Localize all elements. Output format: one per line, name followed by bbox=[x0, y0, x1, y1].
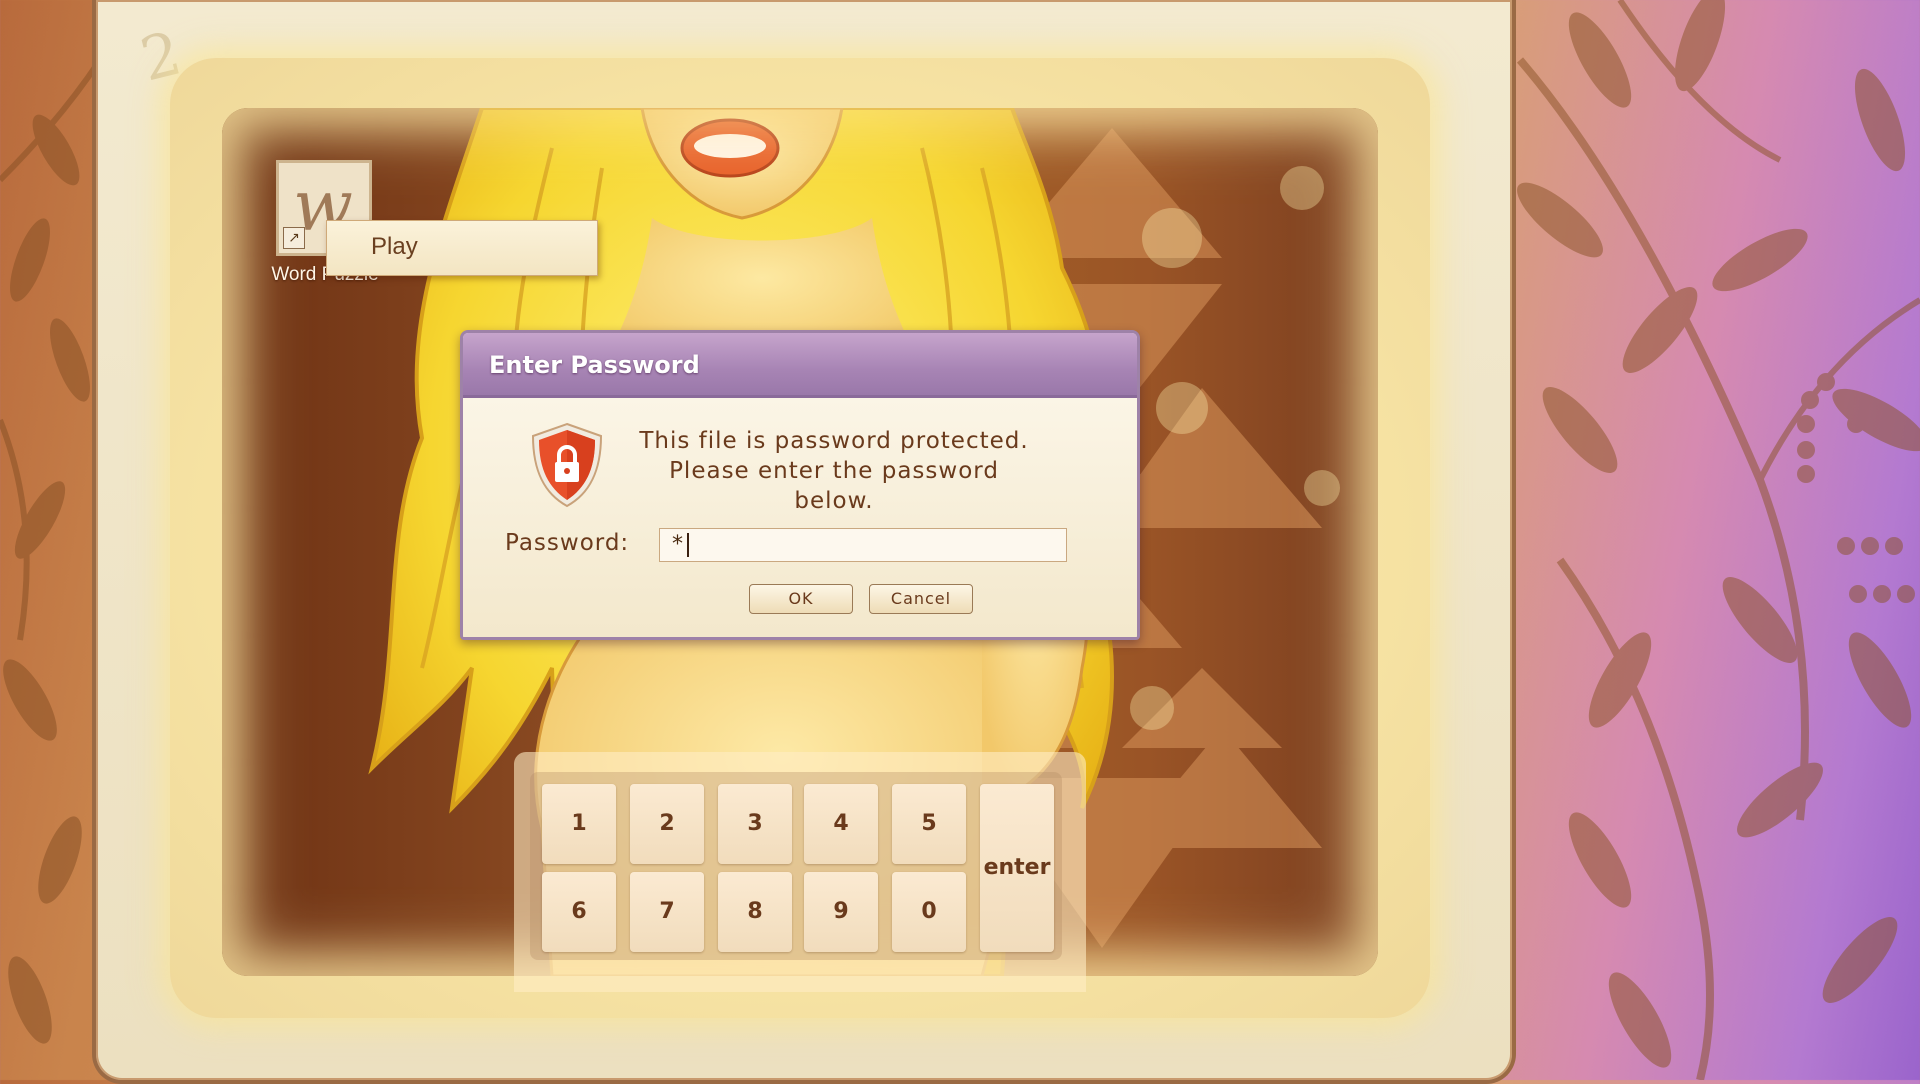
cancel-button[interactable]: Cancel bbox=[869, 584, 973, 614]
shield-lock-icon bbox=[531, 422, 603, 508]
context-menu-item-play[interactable]: Play bbox=[371, 233, 418, 261]
keypad-key-4[interactable]: 4 bbox=[804, 784, 878, 864]
keypad-key-3[interactable]: 3 bbox=[718, 784, 792, 864]
context-menu: Play bbox=[326, 220, 598, 276]
dialog-title: Enter Password bbox=[489, 351, 700, 379]
keypad-key-9[interactable]: 9 bbox=[804, 872, 878, 952]
dialog-message-line2: Please enter the password below. bbox=[669, 458, 999, 514]
keypad-enter-key[interactable]: enter bbox=[980, 784, 1054, 952]
text-caret bbox=[687, 533, 689, 557]
dialog-titlebar[interactable]: Enter Password bbox=[463, 333, 1137, 398]
dialog-message-line1: This file is password protected. bbox=[639, 428, 1029, 454]
ok-button[interactable]: OK bbox=[749, 584, 853, 614]
password-input-value: * bbox=[672, 532, 683, 557]
password-input[interactable]: * bbox=[659, 528, 1067, 562]
password-label: Password: bbox=[505, 530, 630, 556]
dialog-body: This file is password protected. Please … bbox=[463, 398, 1137, 637]
password-dialog: Enter Password This file is password pro… bbox=[460, 330, 1140, 640]
keypad-key-7[interactable]: 7 bbox=[630, 872, 704, 952]
shortcut-arrow-icon: ↗ bbox=[283, 227, 305, 249]
keypad-key-6[interactable]: 6 bbox=[542, 872, 616, 952]
dialog-message: This file is password protected. Please … bbox=[639, 426, 1029, 516]
keypad-key-1[interactable]: 1 bbox=[542, 784, 616, 864]
keypad-key-0[interactable]: 0 bbox=[892, 872, 966, 952]
keypad-key-5[interactable]: 5 bbox=[892, 784, 966, 864]
keypad-key-2[interactable]: 2 bbox=[630, 784, 704, 864]
numeric-keypad: 1 2 3 4 5 6 7 8 9 0 enter bbox=[514, 752, 1086, 992]
keypad-key-8[interactable]: 8 bbox=[718, 872, 792, 952]
